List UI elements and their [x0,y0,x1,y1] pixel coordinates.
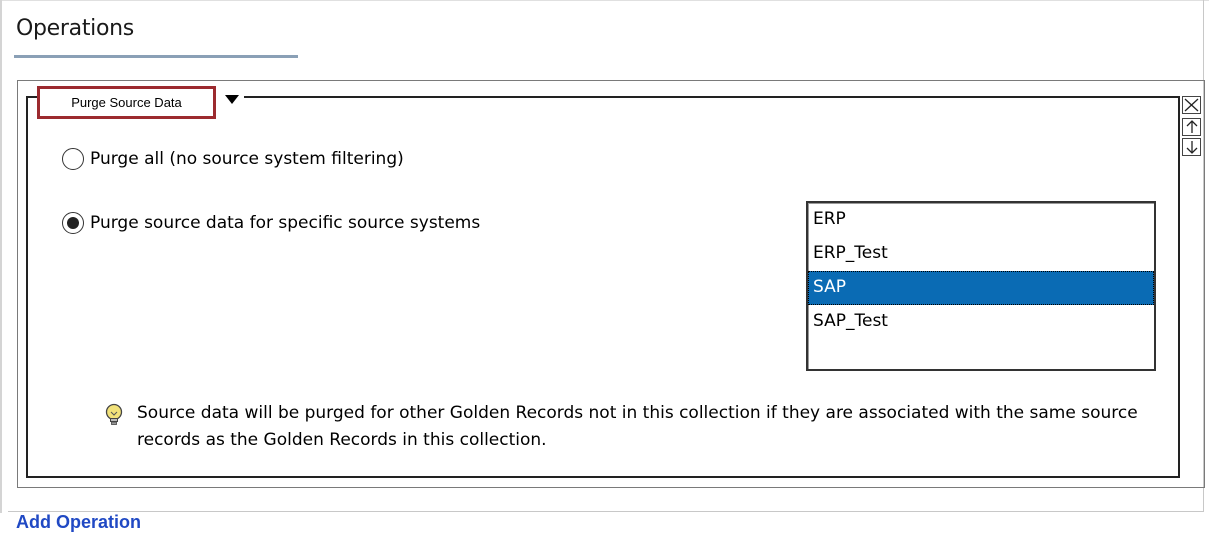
operation-type-selector[interactable]: Purge Source Data [37,86,216,119]
list-item[interactable]: ERP [808,203,1154,237]
remove-operation-button[interactable] [1182,96,1201,114]
arrow-up-icon [1186,120,1197,133]
purge-all-label: Purge all (no source system filtering) [90,149,404,169]
purge-all-radio[interactable] [62,148,84,170]
purge-specific-radio[interactable] [62,212,84,234]
hint-text: Source data will be purged for other Gol… [137,403,1138,450]
operation-type-label: Purge Source Data [71,95,182,110]
radio-selected-dot [67,217,79,229]
list-item[interactable]: ERP_Test [808,237,1154,271]
move-up-button[interactable] [1182,118,1201,136]
source-systems-listbox[interactable]: ERP ERP_Test SAP SAP_Test [806,201,1156,371]
add-operation-link[interactable]: Add Operation [16,512,141,533]
purge-specific-option[interactable]: Purge source data for specific source sy… [62,212,480,234]
lightbulb-icon [105,403,123,425]
move-down-button[interactable] [1182,138,1201,156]
section-title: Operations [16,16,134,41]
list-item[interactable]: SAP_Test [808,305,1154,339]
section-title-underline [14,55,298,58]
close-icon [1184,98,1199,112]
groupbox-top-edge-right [244,96,1180,98]
chevron-down-icon[interactable] [225,95,239,104]
purge-all-option[interactable]: Purge all (no source system filtering) [62,148,404,170]
window-left-border [0,0,2,513]
list-item-selected[interactable]: SAP [808,271,1154,305]
arrow-down-icon [1186,141,1197,154]
purge-specific-label: Purge source data for specific source sy… [90,213,481,233]
